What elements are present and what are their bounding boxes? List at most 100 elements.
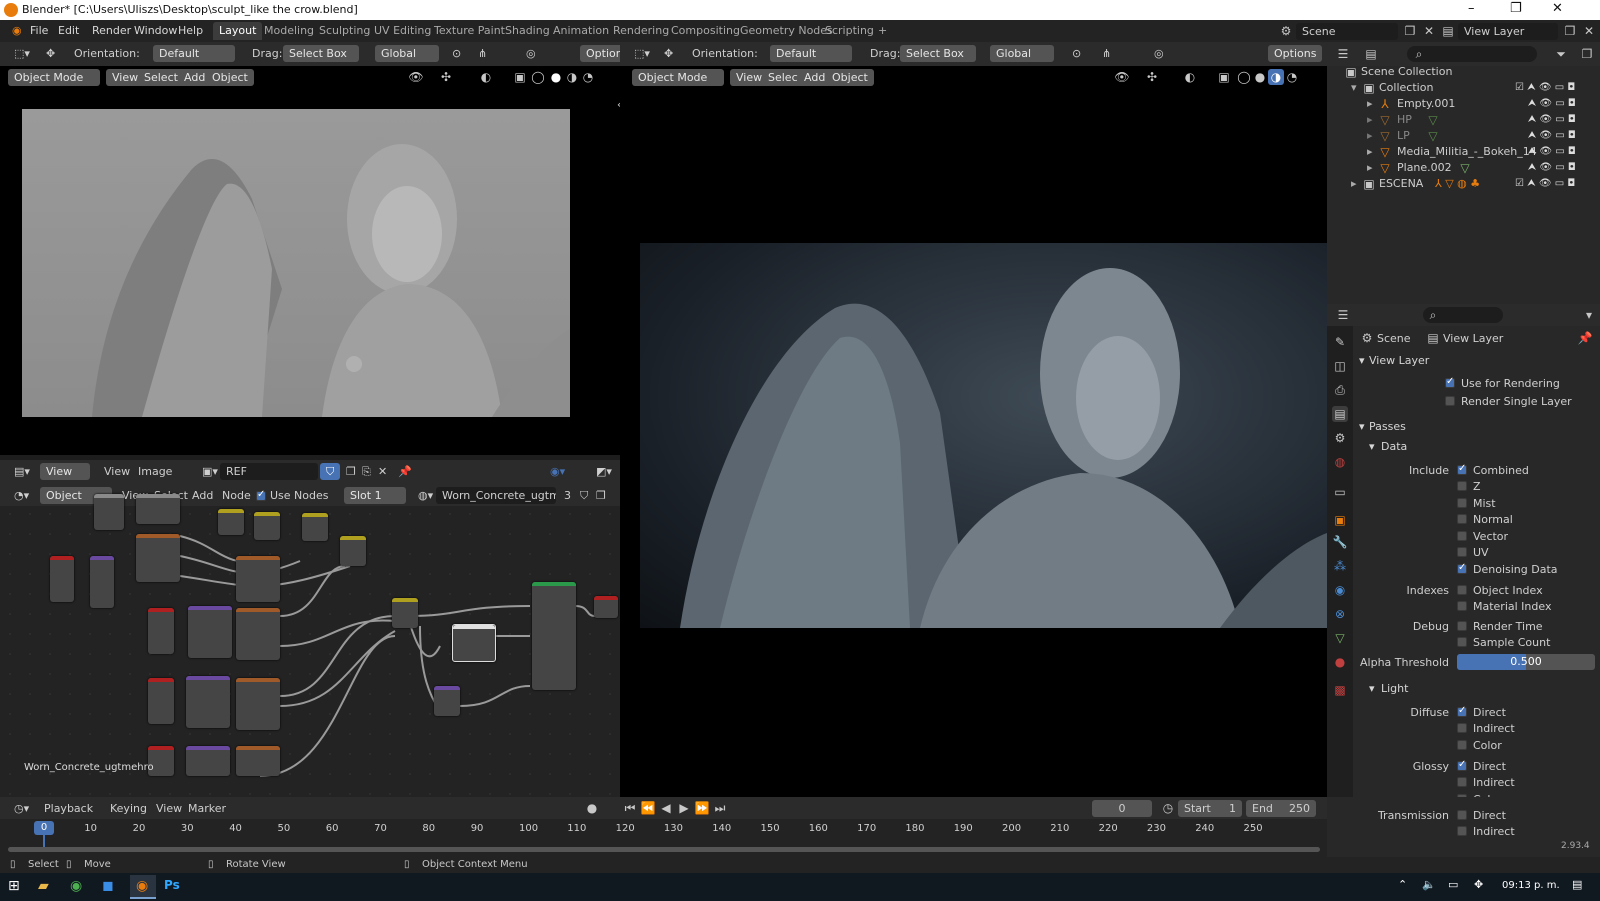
diffuse-direct-checkbox[interactable] bbox=[1457, 705, 1467, 717]
world-tab-icon[interactable]: ◍ bbox=[1332, 454, 1348, 470]
object-mode-dropdown-right[interactable]: Object Mode bbox=[632, 69, 724, 86]
properties-type-icon[interactable]: ☰ bbox=[1335, 307, 1351, 323]
scene-selector[interactable]: Scene bbox=[1296, 23, 1398, 40]
view-layer-panel-title[interactable]: View Layer bbox=[1369, 354, 1429, 367]
denoising-data-checkbox[interactable] bbox=[1457, 562, 1467, 574]
object-tab-icon[interactable]: ▣ bbox=[1332, 512, 1348, 528]
material-name-field[interactable]: Worn_Concrete_ugtmehro bbox=[436, 487, 556, 504]
data-subpanel-arrow[interactable]: ▾ bbox=[1369, 440, 1375, 453]
view-layer-selector[interactable]: View Layer bbox=[1458, 23, 1558, 40]
unlink-image-icon[interactable]: ✕ bbox=[372, 463, 393, 480]
constraint-tab-icon[interactable]: ⊗ bbox=[1332, 606, 1348, 622]
sample-count-checkbox[interactable] bbox=[1457, 637, 1467, 647]
transform-tool-icon[interactable]: ✥ bbox=[40, 45, 61, 62]
app-icon[interactable]: ◼ bbox=[102, 878, 114, 894]
timeline-type-icon[interactable]: ◷▾ bbox=[8, 800, 35, 817]
solid-shading-icon[interactable]: ● bbox=[548, 69, 564, 85]
vector-checkbox[interactable] bbox=[1457, 531, 1467, 541]
jump-keyframe-forward-icon[interactable]: ⏩ bbox=[694, 800, 710, 816]
menu-file[interactable]: File bbox=[24, 23, 54, 39]
physics-tab-icon[interactable]: ◉ bbox=[1332, 582, 1348, 598]
frame-ruler[interactable]: 10 20 30 40 50 60 70 80 90 100 110 120 130 140 150 160 1… bbox=[0, 819, 1327, 837]
collection-tab-icon[interactable]: ▭ bbox=[1332, 484, 1348, 500]
add-workspace-button[interactable]: + bbox=[872, 22, 893, 40]
drag-dropdown[interactable]: Select Box bbox=[283, 45, 359, 62]
view-layer-tab-icon[interactable]: ▤ bbox=[1332, 406, 1348, 422]
outliner-scene-collection[interactable]: ▣ Scene Collection bbox=[1327, 64, 1600, 80]
volume-icon[interactable]: 🔈 bbox=[1422, 878, 1436, 891]
orientation-dropdown-right[interactable]: Default bbox=[770, 45, 852, 62]
mist-checkbox[interactable] bbox=[1457, 498, 1467, 508]
texture-tab-icon[interactable]: ▩ bbox=[1332, 682, 1348, 698]
tab-sculpting[interactable]: Sculpting bbox=[313, 22, 376, 40]
node-box[interactable] bbox=[236, 746, 280, 776]
modifier-tab-icon[interactable]: 🔧 bbox=[1332, 534, 1348, 550]
tab-layout[interactable]: Layout bbox=[213, 22, 263, 40]
object-menu-right[interactable]: Object bbox=[826, 69, 874, 86]
light-subpanel-title[interactable]: Light bbox=[1381, 682, 1408, 695]
dropbox-icon[interactable]: ✥ bbox=[1474, 878, 1483, 891]
wireframe-shading-icon[interactable]: ◯ bbox=[530, 69, 546, 85]
uv-checkbox[interactable] bbox=[1457, 547, 1467, 557]
snap-icon[interactable]: ⋔ bbox=[472, 45, 493, 62]
passes-panel-arrow[interactable]: ▾ bbox=[1359, 420, 1365, 433]
options-dropdown-right[interactable]: Options bbox=[1268, 45, 1323, 62]
current-frame-marker[interactable]: 0 bbox=[34, 821, 54, 835]
orientation-dropdown[interactable]: Default bbox=[153, 45, 235, 62]
transmission-indirect-checkbox[interactable] bbox=[1457, 826, 1467, 836]
fake-user-icon[interactable]: ⛉ bbox=[320, 463, 341, 480]
node-box[interactable] bbox=[148, 608, 174, 654]
view-layer-panel-arrow[interactable]: ▾ bbox=[1359, 354, 1365, 367]
playback-menu[interactable]: Playback bbox=[38, 800, 99, 817]
marker-menu[interactable]: Marker bbox=[182, 800, 232, 817]
expand-arrow-icon[interactable]: ▸ bbox=[1367, 144, 1373, 160]
transform-orientation-dropdown-right[interactable]: Global bbox=[990, 45, 1054, 62]
maximize-button[interactable]: ❐ bbox=[1510, 1, 1522, 16]
clock[interactable]: 09:13 p. m. bbox=[1502, 880, 1560, 891]
display-mode-icon[interactable]: ▤ bbox=[1363, 46, 1379, 62]
object-mode-dropdown[interactable]: Object Mode bbox=[8, 69, 100, 86]
gizmo-icon-right[interactable]: ✣ bbox=[1144, 69, 1160, 85]
node-box[interactable] bbox=[148, 678, 174, 724]
node-box[interactable] bbox=[302, 513, 328, 541]
restriction-toggles[interactable]: ☑ ⮝ 👁 ▭ ◘ ⮝ 👁 ▭ ◘ ⮝ 👁 ▭ ◘ ⮝ 👁 ▭ ◘ ⮝ 👁 ▭ … bbox=[1515, 80, 1595, 192]
proportional-edit-icon-right[interactable]: ◎ bbox=[1148, 45, 1170, 62]
close-window-button[interactable]: ✕ bbox=[1552, 1, 1563, 16]
breadcrumb-view-layer[interactable]: View Layer bbox=[1443, 332, 1503, 345]
expand-arrow-icon[interactable]: ▾ bbox=[1351, 80, 1357, 96]
gizmo-toggle-icon[interactable]: ◉▾ bbox=[544, 463, 571, 480]
tab-modeling[interactable]: Modeling bbox=[258, 22, 320, 40]
windows-start-icon[interactable]: ⊞ bbox=[8, 878, 20, 894]
jump-keyframe-back-icon[interactable]: ⏪ bbox=[640, 800, 656, 816]
tool-icon[interactable]: ⬚▾ bbox=[8, 45, 36, 62]
menu-edit[interactable]: Edit bbox=[52, 23, 85, 39]
glossy-direct-checkbox[interactable] bbox=[1457, 759, 1467, 771]
node-box[interactable] bbox=[254, 512, 280, 540]
end-frame-field[interactable]: End 250 bbox=[1246, 800, 1316, 817]
tray-chevron-icon[interactable]: ⌃ bbox=[1398, 878, 1407, 891]
alpha-threshold-slider[interactable]: 0.500 bbox=[1457, 654, 1595, 670]
material-new-icon[interactable]: ❐ bbox=[590, 487, 612, 504]
image-name-field[interactable]: REF bbox=[220, 463, 318, 480]
auto-keying-icon[interactable]: ● bbox=[584, 800, 600, 816]
render-time-checkbox[interactable] bbox=[1457, 621, 1467, 631]
preview-range-icon[interactable]: ◷ bbox=[1160, 800, 1176, 816]
node-menu[interactable]: Node bbox=[216, 487, 257, 504]
pivot-icon-right[interactable]: ⊙ bbox=[1066, 45, 1087, 62]
remove-view-layer-icon[interactable]: ✕ bbox=[1581, 23, 1597, 39]
node-box[interactable] bbox=[186, 676, 230, 728]
tool-tab-icon[interactable]: ✎ bbox=[1332, 334, 1348, 350]
file-explorer-icon[interactable]: ▰ bbox=[38, 878, 49, 894]
node-box[interactable] bbox=[218, 509, 244, 535]
image-view-menu[interactable]: View bbox=[98, 463, 136, 480]
material-slot-dropdown[interactable]: Slot 1 bbox=[344, 487, 406, 504]
node-box[interactable] bbox=[186, 746, 230, 776]
minimize-button[interactable]: – bbox=[1468, 1, 1475, 16]
use-for-rendering-checkbox[interactable] bbox=[1445, 376, 1455, 388]
data-tab-icon[interactable]: ▽ bbox=[1332, 630, 1348, 646]
wireframe-shading-icon-right[interactable]: ◯ bbox=[1236, 69, 1252, 85]
z-checkbox[interactable] bbox=[1457, 481, 1467, 491]
jump-end-icon[interactable]: ⏭ bbox=[712, 800, 728, 816]
blender-taskbar-button[interactable]: ◉ bbox=[130, 875, 156, 899]
menu-help[interactable]: Help bbox=[172, 23, 209, 39]
